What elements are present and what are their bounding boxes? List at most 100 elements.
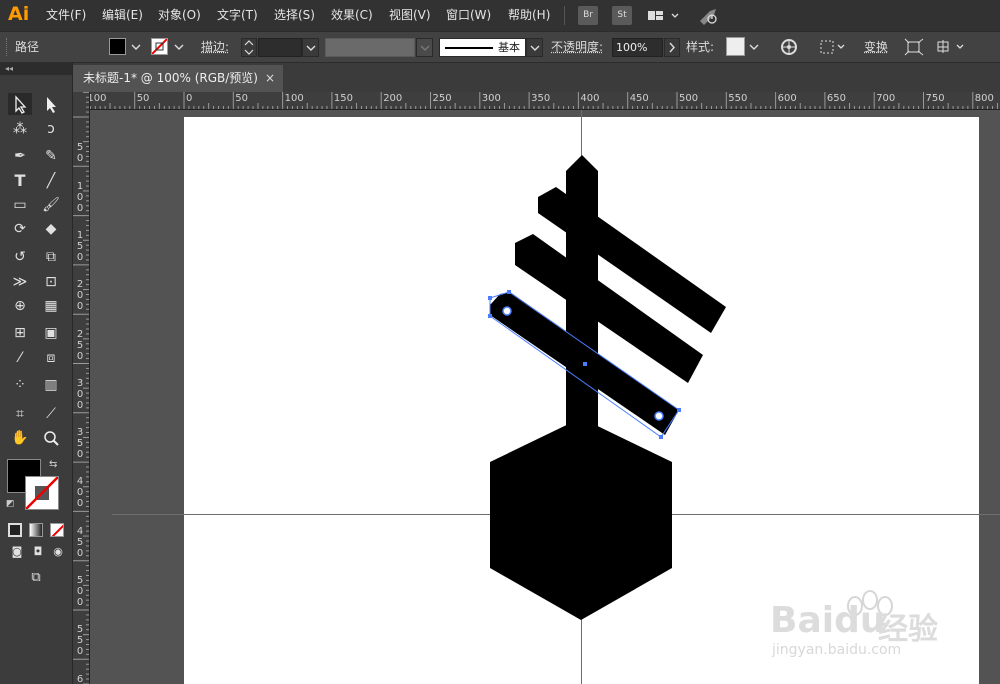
isolate-button[interactable] bbox=[903, 37, 925, 57]
symbol-sprayer-tool[interactable]: ⁘ bbox=[8, 374, 32, 396]
mesh-tool[interactable]: ⊞ bbox=[8, 322, 32, 344]
ruler-label: 600 bbox=[777, 93, 797, 104]
ruler-label: 2 0 0 bbox=[76, 279, 84, 313]
chevron-right-icon bbox=[669, 42, 675, 53]
menu-object[interactable]: 对象(O) bbox=[158, 0, 201, 31]
default-colors-icon[interactable]: ◩ bbox=[6, 499, 16, 509]
brush-dropdown[interactable] bbox=[526, 38, 543, 57]
variable-width-dropdown[interactable] bbox=[416, 38, 433, 57]
vertical-guide[interactable] bbox=[581, 110, 582, 684]
direct-selection-tool[interactable] bbox=[39, 93, 63, 115]
bridge-button[interactable]: Br bbox=[578, 6, 598, 25]
perspective-grid-tool[interactable]: ▦ bbox=[39, 295, 63, 317]
graphic-style-dropdown[interactable] bbox=[746, 38, 762, 57]
watermark-brand: Baidu bbox=[770, 600, 886, 641]
gradient-tool[interactable]: ▣ bbox=[39, 322, 63, 344]
menu-effect[interactable]: 效果(C) bbox=[331, 0, 373, 31]
ruler-label: 1 5 0 bbox=[76, 229, 84, 263]
scale-tool[interactable]: ⧉ bbox=[39, 246, 63, 268]
curvature-tool[interactable]: ✎ bbox=[39, 145, 63, 167]
rectangle-tool[interactable]: ▭ bbox=[8, 194, 32, 216]
screen-mode-button[interactable]: ⧉ bbox=[24, 567, 48, 589]
shaper-tool[interactable]: ⟳ bbox=[8, 218, 32, 240]
rotate-tool[interactable]: ↺ bbox=[8, 246, 32, 268]
align-selection-button[interactable] bbox=[818, 37, 848, 57]
menu-window[interactable]: 窗口(W) bbox=[446, 0, 491, 31]
color-wheel-icon bbox=[781, 39, 797, 55]
draw-inside-button[interactable]: ◉ bbox=[46, 541, 70, 563]
stroke-weight-dropdown[interactable] bbox=[302, 38, 319, 57]
hand-tool[interactable]: ✋ bbox=[8, 427, 32, 449]
transform-link[interactable]: 变换 bbox=[864, 32, 888, 62]
gradient-mode-button[interactable] bbox=[29, 523, 43, 537]
menu-help[interactable]: 帮助(H) bbox=[508, 0, 550, 31]
free-transform-tool[interactable]: ⊡ bbox=[39, 271, 63, 293]
color-mode-button[interactable] bbox=[8, 523, 22, 537]
paintbrush-tool[interactable]: 🖌 bbox=[39, 194, 63, 216]
menu-edit[interactable]: 编辑(E) bbox=[102, 0, 143, 31]
swap-colors-icon[interactable]: ⇆ bbox=[49, 459, 61, 471]
none-mode-button[interactable] bbox=[50, 523, 64, 537]
column-graph-tool[interactable]: ▥ bbox=[39, 374, 63, 396]
stroke-swatch[interactable] bbox=[151, 38, 168, 55]
collapse-panel-button[interactable]: ◂◂ bbox=[0, 63, 72, 75]
ruler-label: 500 bbox=[679, 93, 699, 104]
document-tab-bar: 未标题-1* @ 100% (RGB/预览) × bbox=[73, 63, 1000, 92]
watermark-url: jingyan.baidu.com bbox=[772, 642, 902, 658]
arrange-documents-button[interactable] bbox=[646, 6, 684, 25]
fill-dropdown[interactable] bbox=[128, 38, 144, 57]
eyedropper-tool[interactable]: ⁄ bbox=[8, 347, 32, 369]
menu-bar: Ai 文件(F) 编辑(E) 对象(O) 文字(T) 选择(S) 效果(C) 视… bbox=[0, 0, 1000, 31]
selection-tool[interactable] bbox=[8, 93, 32, 115]
artboard-tool[interactable]: ⌗ bbox=[8, 403, 32, 425]
pen-tool[interactable]: ✒ bbox=[8, 145, 32, 167]
eraser-tool[interactable]: ◆ bbox=[39, 218, 63, 240]
gpu-performance-button[interactable] bbox=[697, 5, 721, 26]
control-bar: 路径 描边: 基本 不透明度: 100% 样式: 变换 bbox=[0, 31, 1000, 63]
opacity-input[interactable]: 100% bbox=[612, 38, 663, 57]
document-tab[interactable]: 未标题-1* @ 100% (RGB/预览) × bbox=[73, 65, 283, 92]
opacity-flyout[interactable] bbox=[664, 38, 680, 57]
ruler-label: 3 0 0 bbox=[76, 377, 84, 411]
blend-tool[interactable]: ⧈ bbox=[39, 347, 63, 369]
selection-arrow-icon bbox=[15, 95, 27, 114]
menu-select[interactable]: 选择(S) bbox=[274, 0, 315, 31]
type-tool[interactable]: T bbox=[8, 170, 32, 192]
magic-wand-tool[interactable]: ⁂ bbox=[8, 118, 32, 140]
tools-panel: ◂◂ ⁂ ↄ ✒ ✎ T ╱ ▭ 🖌 ⟳ ◆ ↺ ⧉ ≫ ⊡ ⊕ ▦ ⊞ ▣ ⁄… bbox=[0, 63, 73, 684]
fill-swatch[interactable] bbox=[109, 38, 126, 55]
opacity-label[interactable]: 不透明度: bbox=[551, 32, 603, 62]
stroke-weight-input[interactable] bbox=[258, 38, 302, 57]
recolor-artwork-button[interactable] bbox=[779, 37, 799, 57]
ruler-label: 750 bbox=[925, 93, 945, 104]
slice-tool[interactable]: ⟋ bbox=[39, 403, 63, 425]
zoom-tool[interactable] bbox=[39, 427, 63, 449]
close-tab-icon[interactable]: × bbox=[265, 65, 275, 92]
stroke-dropdown[interactable] bbox=[171, 38, 187, 57]
vertical-ruler[interactable]: 5 0 1 0 0 1 5 0 2 0 0 2 5 0 3 0 0 3 5 0 4 0 0 4 … bbox=[73, 92, 90, 684]
ruler-label: 5 0 bbox=[76, 142, 84, 165]
line-tool[interactable]: ╱ bbox=[39, 170, 63, 192]
graphic-style-swatch[interactable] bbox=[726, 37, 745, 56]
menu-view[interactable]: 视图(V) bbox=[389, 0, 431, 31]
menu-type[interactable]: 文字(T) bbox=[217, 0, 258, 31]
menu-file[interactable]: 文件(F) bbox=[46, 0, 86, 31]
stroke-color-box[interactable] bbox=[25, 476, 59, 510]
ruler-label: 400 bbox=[580, 93, 600, 104]
variable-width-profile[interactable] bbox=[325, 38, 415, 57]
stepper-arrows-icon bbox=[244, 40, 254, 55]
width-tool[interactable]: ≫ bbox=[8, 271, 32, 293]
horizontal-guide[interactable] bbox=[112, 514, 1000, 515]
ruler-label: 650 bbox=[826, 93, 846, 104]
arrange-panel-button[interactable] bbox=[935, 37, 969, 57]
stroke-weight-stepper[interactable] bbox=[241, 38, 257, 57]
app-logo[interactable]: Ai bbox=[8, 3, 29, 25]
chevron-down-icon bbox=[131, 44, 141, 50]
stroke-label[interactable]: 描边: bbox=[201, 32, 229, 62]
ruler-label: 150 bbox=[333, 93, 353, 104]
lasso-tool[interactable]: ↄ bbox=[39, 118, 63, 140]
horizontal-ruler[interactable]: 1005005010015020025030035040045050055060… bbox=[90, 92, 1000, 110]
shape-builder-tool[interactable]: ⊕ bbox=[8, 295, 32, 317]
brush-definition-dropdown[interactable]: 基本 bbox=[439, 38, 526, 57]
stock-button[interactable]: St bbox=[612, 6, 632, 25]
